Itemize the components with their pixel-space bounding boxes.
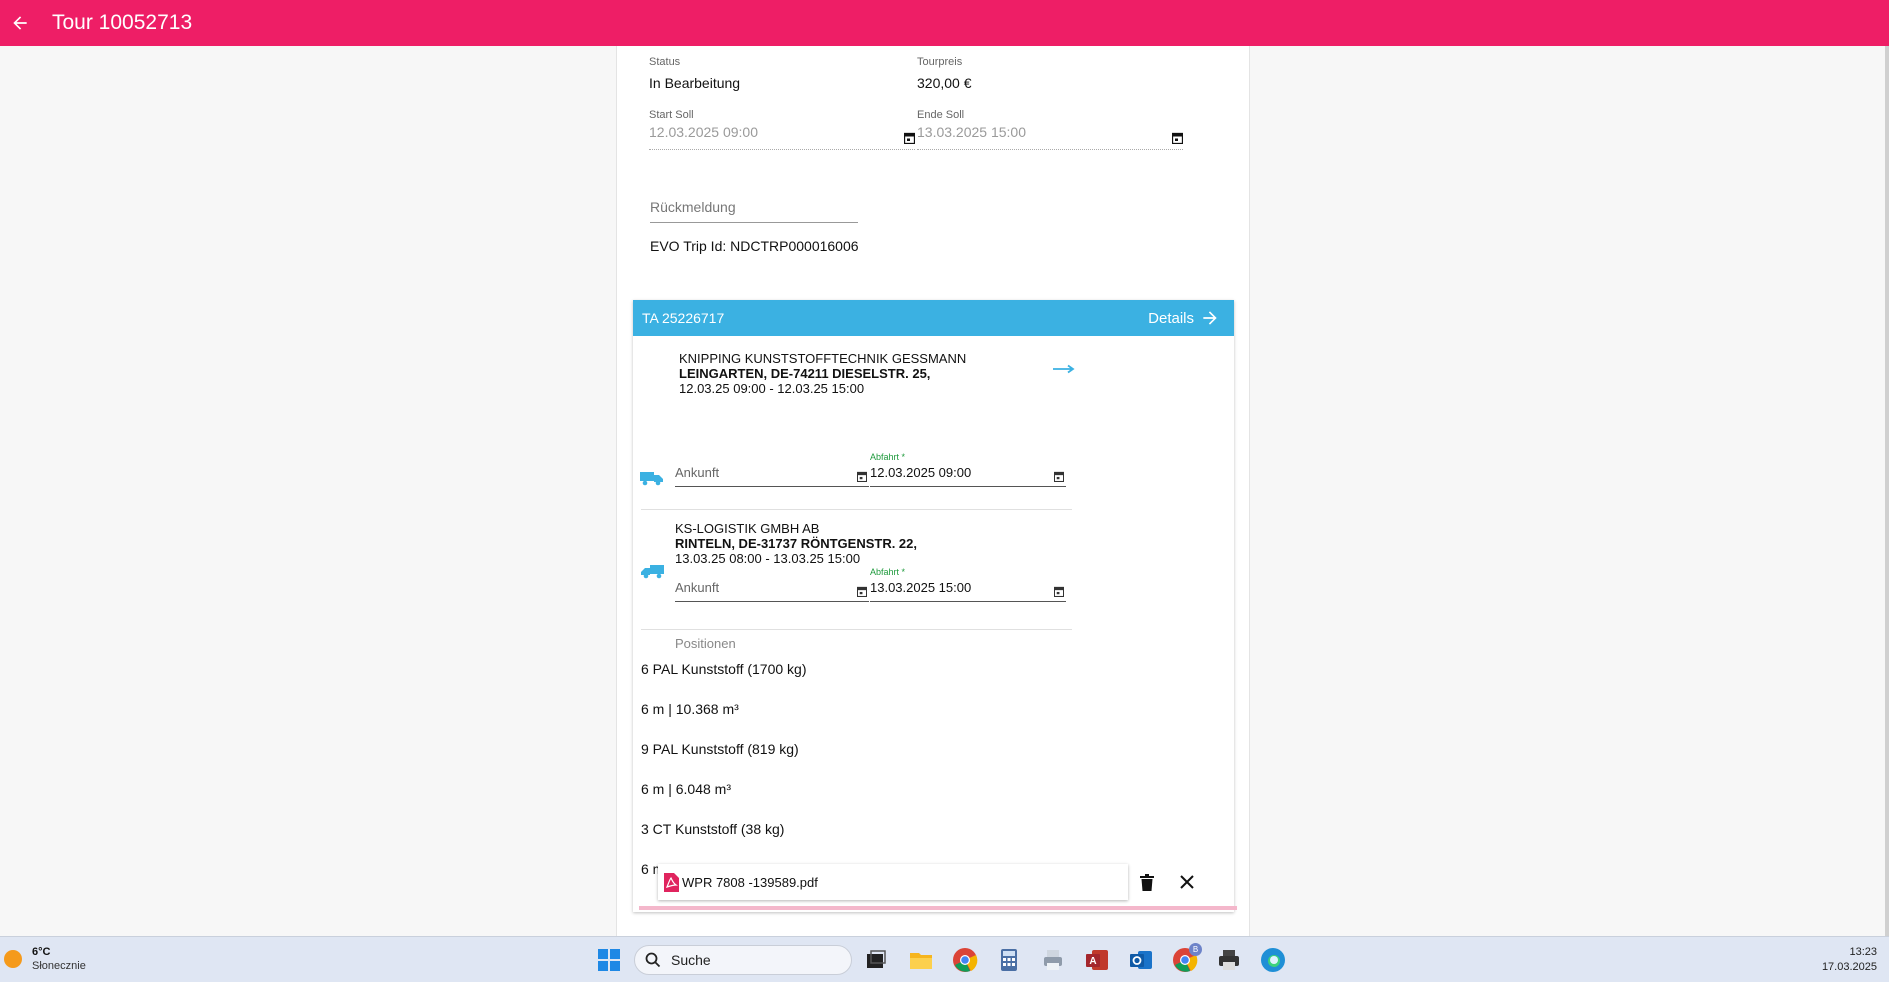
truck-unloading-icon: [641, 565, 664, 579]
trash-icon: [1140, 873, 1154, 891]
page-title: Tour 10052713: [52, 11, 193, 34]
taskbar-search[interactable]: Suche: [634, 945, 852, 975]
task-view-icon[interactable]: [862, 946, 890, 974]
search-label: Suche: [671, 952, 711, 968]
feedback-input[interactable]: Rückmeldung: [650, 193, 858, 223]
price-label: Tourpreis: [917, 56, 963, 68]
weather-text: Słonecznie: [32, 960, 86, 972]
arrow-right-icon: [1203, 311, 1217, 325]
clock-time: 13:23: [1849, 946, 1877, 958]
start-label: Start Soll: [649, 109, 694, 121]
departure-label: Abfahrt *: [870, 567, 906, 577]
stop-2-arrival-field[interactable]: Ankunft: [675, 580, 869, 602]
arrival-placeholder: Ankunft: [675, 580, 720, 595]
truck-loading-icon: [640, 472, 663, 486]
windows-start-icon[interactable]: [595, 946, 623, 974]
calendar-icon[interactable]: [857, 586, 867, 597]
details-button[interactable]: Details: [1148, 308, 1220, 328]
search-icon: [645, 952, 661, 968]
calendar-icon[interactable]: [1054, 471, 1064, 482]
positions-label: Positionen: [675, 636, 736, 651]
end-date-field[interactable]: 13.03.2025 15:00: [917, 124, 1183, 150]
calendar-icon[interactable]: [904, 132, 915, 144]
position-line: 6 m | 10.368 m³: [641, 701, 739, 717]
start-date-field[interactable]: 12.03.2025 09:00: [649, 124, 915, 150]
route-arrow-icon: [1053, 364, 1075, 374]
arrow-left-icon: [13, 16, 27, 30]
evo-trip-id: EVO Trip Id: NDCTRP000016006: [650, 238, 859, 254]
close-button[interactable]: [1177, 872, 1197, 892]
order-title: TA 25226717: [642, 310, 725, 326]
tour-detail-page: Status In Bearbeitung Tourpreis 320,00 €…: [616, 46, 1250, 936]
attachment-item[interactable]: WPR 7808 -139589.pdf: [658, 864, 1128, 900]
position-line: 6 PAL Kunststoff (1700 kg): [641, 661, 807, 677]
order-header: TA 25226717 Details: [633, 300, 1234, 336]
order-card: TA 25226717 Details KNIPPING KUNSTSTOFFT…: [633, 300, 1234, 912]
arrival-placeholder: Ankunft: [675, 465, 720, 480]
status-label: Status: [649, 56, 681, 68]
start-date-value: 12.03.2025 09:00: [649, 124, 758, 140]
windows-taskbar: 6°C Słonecznie Suche A B 13:23 17.03.202…: [0, 936, 1889, 982]
stop-name: KNIPPING KUNSTSTOFFTECHNIK GESSMANN: [679, 351, 967, 366]
weather-widget[interactable]: 6°C Słonecznie: [3, 945, 86, 973]
calendar-icon[interactable]: [857, 471, 867, 482]
end-date-value: 13.03.2025 15:00: [917, 124, 1026, 140]
stop-name: KS-LOGISTIK GMBH AB: [675, 521, 820, 536]
back-button[interactable]: [4, 7, 36, 39]
printer-icon[interactable]: [1215, 946, 1243, 974]
edge-icon[interactable]: [1259, 946, 1287, 974]
app-bar: Tour 10052713: [0, 0, 1889, 46]
stop-window: 12.03.25 09:00 - 12.03.25 15:00: [679, 381, 865, 396]
stop-1-departure-field[interactable]: 12.03.2025 09:00: [870, 465, 1066, 487]
chrome-icon[interactable]: [951, 946, 979, 974]
svg-text:A: A: [1089, 956, 1096, 967]
attachment-name: WPR 7808 -139589.pdf: [682, 874, 818, 890]
stop-address: RINTELN, DE-31737 RÖNTGENSTR. 22,: [675, 536, 917, 551]
calculator-icon[interactable]: [995, 946, 1023, 974]
stop-address: LEINGARTEN, DE-74211 DIESELSTR. 25,: [679, 366, 931, 381]
close-icon: [1180, 875, 1194, 889]
access-icon[interactable]: A: [1083, 946, 1111, 974]
stop-2-text: KS-LOGISTIK GMBH AB RINTELN, DE-31737 RÖ…: [675, 521, 917, 566]
stop-1-text: KNIPPING KUNSTSTOFFTECHNIK GESSMANN LEIN…: [679, 351, 966, 396]
price-value: 320,00 €: [917, 75, 972, 91]
profile-badge: B: [1189, 943, 1202, 956]
scrollbar[interactable]: [1885, 46, 1889, 936]
chrome-profile-icon[interactable]: B: [1171, 943, 1202, 974]
divider: [641, 629, 1072, 630]
end-label: Ende Soll: [917, 109, 965, 121]
stop-1-arrival-field[interactable]: Ankunft: [675, 465, 869, 487]
clock-date: 17.03.2025: [1821, 961, 1877, 973]
pdf-icon: [664, 872, 679, 892]
divider: [641, 509, 1072, 510]
attachment-progress-bar: [639, 906, 1237, 910]
file-explorer-icon[interactable]: [907, 946, 935, 974]
stop-2-departure-field[interactable]: 13.03.2025 15:00: [870, 580, 1066, 602]
departure-value: 13.03.2025 15:00: [870, 580, 972, 595]
outlook-icon[interactable]: [1127, 946, 1155, 974]
delete-button[interactable]: [1137, 872, 1157, 892]
departure-label: Abfahrt *: [870, 452, 906, 462]
departure-value: 12.03.2025 09:00: [870, 465, 972, 480]
printer-app-icon[interactable]: [1039, 946, 1067, 974]
stop-window: 13.03.25 08:00 - 13.03.25 15:00: [675, 551, 861, 566]
sun-icon: [4, 950, 22, 968]
calendar-icon[interactable]: [1172, 132, 1183, 144]
system-clock[interactable]: 13:23 17.03.2025: [1822, 945, 1877, 975]
position-line: 6 m | 6.048 m³: [641, 781, 732, 797]
calendar-icon[interactable]: [1054, 586, 1064, 597]
status-value: In Bearbeitung: [649, 75, 741, 91]
details-label: Details: [1148, 309, 1194, 327]
position-line: 9 PAL Kunststoff (819 kg): [641, 741, 799, 757]
position-line: 3 CT Kunststoff (38 kg): [641, 821, 785, 837]
temperature: 6°C: [32, 946, 51, 958]
